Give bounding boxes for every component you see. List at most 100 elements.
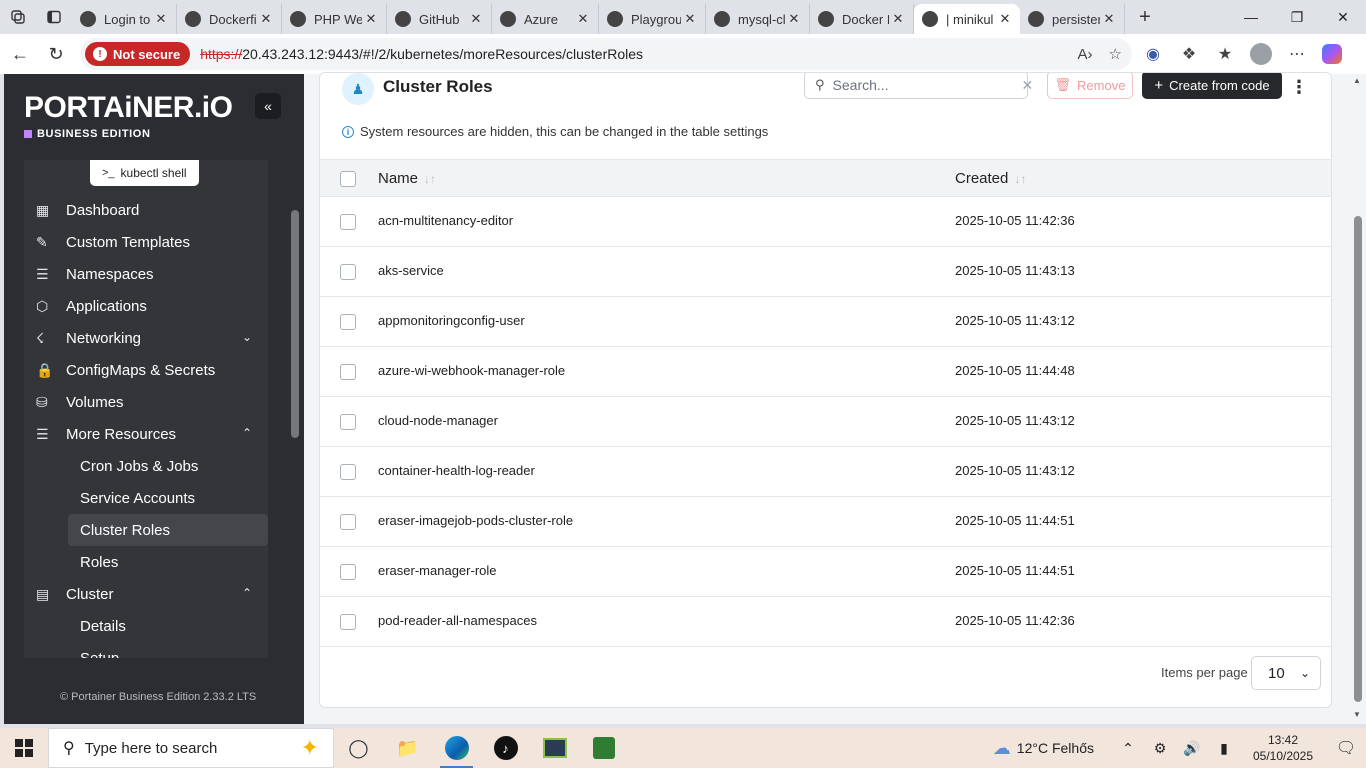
browser-tab[interactable]: GitHub ✕ <box>387 4 492 34</box>
sidebar-item-service-accounts[interactable]: Service Accounts <box>80 482 195 514</box>
kubectl-shell-button[interactable]: >_ kubectl shell <box>90 160 199 186</box>
row-checkbox[interactable] <box>340 314 356 330</box>
cluster-role-name[interactable]: azure-wi-webhook-manager-role <box>378 363 565 378</box>
table-row[interactable]: pod-reader-all-namespaces 2025-10-05 11:4… <box>320 597 1331 647</box>
cluster-role-name[interactable]: cloud-node-manager <box>378 413 498 428</box>
close-tab-icon[interactable]: ✕ <box>152 11 170 27</box>
table-row[interactable]: azure-wi-webhook-manager-role 2025-10-05 … <box>320 347 1331 397</box>
cluster-role-name[interactable]: container-health-log-reader <box>378 463 535 478</box>
close-window-button[interactable]: ✕ <box>1320 0 1366 34</box>
sidebar-item-applications[interactable]: ⬡ Applications <box>24 290 268 322</box>
back-button[interactable]: ← <box>2 36 38 72</box>
column-header-created[interactable]: Created ↓↑ <box>955 170 1026 187</box>
tiktok-icon[interactable]: ♪ <box>481 728 530 768</box>
extension-icon[interactable]: ◉ <box>1142 44 1164 64</box>
sidebar-item-namespaces[interactable]: ☰ Namespaces <box>24 258 268 290</box>
sidebar-item-networking[interactable]: ☇ Networking ⌄ <box>24 322 268 354</box>
workspaces-icon[interactable] <box>0 0 36 34</box>
profile-avatar-icon[interactable] <box>1250 43 1272 65</box>
table-row[interactable]: aks-service 2025-10-05 11:43:13 <box>320 247 1331 297</box>
cluster-role-name[interactable]: pod-reader-all-namespaces <box>378 613 537 628</box>
browser-tab[interactable]: PHP Wel ✕ <box>282 4 387 34</box>
clear-search-icon[interactable]: ✕ <box>1022 77 1034 94</box>
sidebar-item-setup[interactable]: Setup <box>80 642 119 659</box>
sidebar-item-more-resources[interactable]: ☰ More Resources ⌃ <box>24 418 268 450</box>
browser-tab[interactable]: | minikul ✕ <box>914 4 1020 34</box>
sidebar-item-configmaps-secrets[interactable]: 🔒 ConfigMaps & Secrets <box>24 354 268 386</box>
sidebar-item-details[interactable]: Details <box>80 610 126 642</box>
new-tab-button[interactable]: + <box>1125 6 1165 29</box>
close-tab-icon[interactable]: ✕ <box>1100 11 1118 27</box>
page-scroll-thumb[interactable] <box>1354 216 1362 702</box>
taskbar-search[interactable]: ⚲ Type here to search ✦ <box>48 728 334 768</box>
page-scrollbar[interactable]: ▲ ▼ <box>1350 74 1366 724</box>
browser-tab[interactable]: mysql-cl ✕ <box>706 4 810 34</box>
file-explorer-icon[interactable]: 📁 <box>383 728 432 768</box>
row-checkbox[interactable] <box>340 364 356 380</box>
sidebar-item-cluster-roles[interactable]: Cluster Roles <box>68 514 268 546</box>
row-checkbox[interactable] <box>340 514 356 530</box>
row-checkbox[interactable] <box>340 414 356 430</box>
sidebar-scrollbar[interactable] <box>291 210 299 438</box>
sidebar-item-custom-templates[interactable]: ✎ Custom Templates <box>24 226 268 258</box>
tab-actions-icon[interactable] <box>36 0 72 34</box>
table-row[interactable]: cloud-node-manager 2025-10-05 11:43:12 <box>320 397 1331 447</box>
read-aloud-icon[interactable]: A› <box>1078 46 1093 63</box>
weather-widget[interactable]: ☁ 12°C Felhős <box>993 738 1094 759</box>
chevron-up-icon[interactable]: ⌃ <box>242 426 252 440</box>
task-view-icon[interactable]: ◯ <box>334 728 383 768</box>
items-per-page-select[interactable]: 10 ⌄ <box>1251 656 1321 690</box>
row-checkbox[interactable] <box>340 614 356 630</box>
taskbar-clock[interactable]: 13:42 05/10/2025 <box>1240 732 1326 764</box>
table-row[interactable]: acn-multitenancy-editor 2025-10-05 11:42:… <box>320 197 1331 247</box>
not-secure-badge[interactable]: ! Not secure <box>85 42 191 66</box>
cluster-role-name[interactable]: aks-service <box>378 263 444 278</box>
cluster-role-name[interactable]: appmonitoringconfig-user <box>378 313 525 328</box>
chart-app-icon[interactable] <box>579 728 628 768</box>
column-header-name[interactable]: Name ↓↑ <box>378 170 436 187</box>
sidebar-item-dashboard[interactable]: ▦ Dashboard <box>24 194 268 226</box>
remove-button[interactable]: 🗑 Remove <box>1047 73 1133 99</box>
close-tab-icon[interactable]: ✕ <box>467 11 485 27</box>
browser-tab[interactable]: persister ✕ <box>1020 4 1125 34</box>
close-tab-icon[interactable]: ✕ <box>785 11 803 27</box>
table-row[interactable]: container-health-log-reader 2025-10-05 11… <box>320 447 1331 497</box>
close-tab-icon[interactable]: ✕ <box>681 11 699 27</box>
sidebar-item-roles[interactable]: Roles <box>80 546 118 578</box>
extensions-puzzle-icon[interactable]: ❖ <box>1178 44 1200 64</box>
search-box[interactable]: ⚲ ✕ <box>804 73 1033 99</box>
chevron-up-icon[interactable]: ⌃ <box>1112 740 1144 757</box>
notification-icon[interactable]: 🗨 <box>1326 738 1366 758</box>
browser-tab[interactable]: Playgrou ✕ <box>599 4 706 34</box>
collapse-sidebar-icon[interactable]: « <box>255 93 281 119</box>
close-tab-icon[interactable]: ✕ <box>362 11 380 27</box>
remote-app-icon[interactable] <box>530 728 579 768</box>
sidebar-item-cluster[interactable]: ▤ Cluster ⌃ <box>24 578 268 610</box>
favorites-icon[interactable]: ★ <box>1214 44 1236 64</box>
browser-tab[interactable]: Login to ✕ <box>72 4 177 34</box>
cluster-role-name[interactable]: acn-multitenancy-editor <box>378 213 513 228</box>
close-tab-icon[interactable]: ✕ <box>257 11 275 27</box>
table-row[interactable]: appmonitoringconfig-user 2025-10-05 11:43… <box>320 297 1331 347</box>
scroll-up-arrow-icon[interactable]: ▲ <box>1353 76 1361 85</box>
sidebar-item-volumes[interactable]: ⛁ Volumes <box>24 386 268 418</box>
copilot-icon[interactable] <box>1322 44 1342 64</box>
table-row[interactable]: eraser-imagejob-pods-cluster-role 2025-10… <box>320 497 1331 547</box>
sort-icon[interactable]: ↓↑ <box>1014 172 1026 186</box>
table-row[interactable]: eraser-manager-role 2025-10-05 11:44:51 <box>320 547 1331 597</box>
browser-tab[interactable]: Azure ✕ <box>492 4 599 34</box>
volume-icon[interactable]: 🔊 <box>1176 740 1208 757</box>
restore-button[interactable]: ❐ <box>1274 0 1320 34</box>
network-status-icon[interactable]: ⚙ <box>1144 740 1176 757</box>
chevron-down-icon[interactable]: ⌄ <box>242 330 252 344</box>
portainer-logo[interactable]: PORTAiNER.iO <box>24 92 233 124</box>
row-checkbox[interactable] <box>340 214 356 230</box>
row-checkbox[interactable] <box>340 264 356 280</box>
battery-icon[interactable]: ▮ <box>1208 740 1240 757</box>
close-tab-icon[interactable]: ✕ <box>889 11 907 27</box>
omnibox[interactable]: ! Not secure https://20.43.243.12:9443/#… <box>80 38 1132 70</box>
minimize-button[interactable]: — <box>1228 0 1274 34</box>
browser-tab[interactable]: Dockerfi ✕ <box>177 4 282 34</box>
edge-browser-icon[interactable] <box>432 728 481 768</box>
browser-tab[interactable]: Docker I ✕ <box>810 4 914 34</box>
